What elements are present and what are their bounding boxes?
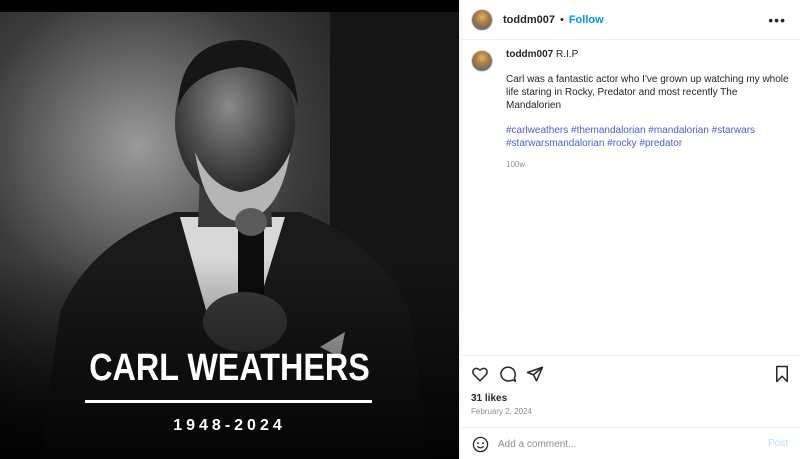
hashtags-line-2[interactable]: #starwarsmandalorian #rocky #predator bbox=[506, 138, 682, 149]
post-details-panel: toddm007 • Follow ••• toddm007 R.I.P Car… bbox=[459, 0, 800, 459]
caption-title: R.I.P bbox=[556, 49, 579, 60]
caption-hashtags: #carlweathers #themandalorian #mandalori… bbox=[506, 124, 789, 150]
comment-bar: Post bbox=[460, 427, 800, 459]
likes-count[interactable]: 31 likes bbox=[471, 393, 507, 404]
bookmark-icon[interactable] bbox=[773, 365, 791, 383]
comment-icon[interactable] bbox=[499, 365, 517, 383]
caption-avatar[interactable] bbox=[471, 50, 493, 72]
post-date: February 2, 2024 bbox=[471, 407, 532, 416]
heart-icon[interactable] bbox=[471, 365, 489, 383]
follow-button[interactable]: Follow bbox=[569, 14, 604, 26]
memorial-divider bbox=[85, 400, 372, 403]
emoji-icon[interactable] bbox=[472, 436, 489, 453]
post-caption: toddm007 R.I.P Carl was a fantastic acto… bbox=[471, 48, 789, 171]
hashtags-line-1[interactable]: #carlweathers #themandalorian #mandalori… bbox=[506, 125, 755, 136]
caption-username[interactable]: toddm007 bbox=[506, 49, 553, 60]
memorial-photo bbox=[0, 12, 459, 459]
portrait-illustration bbox=[0, 12, 459, 459]
more-options-icon[interactable]: ••• bbox=[768, 12, 786, 28]
caption-text: Carl was a fantastic actor who I've grow… bbox=[506, 74, 789, 111]
post-header: toddm007 • Follow ••• bbox=[460, 0, 800, 40]
header-username[interactable]: toddm007 bbox=[503, 14, 555, 26]
avatar[interactable] bbox=[471, 8, 493, 31]
post-actions bbox=[460, 355, 800, 391]
memorial-years-text: 1948-2024 bbox=[173, 417, 286, 434]
post-media[interactable]: CARL WEATHERS 1948-2024 bbox=[0, 0, 459, 459]
caption-timestamp[interactable]: 100w bbox=[506, 158, 789, 171]
memorial-name-text: CARL WEATHERS bbox=[89, 347, 370, 389]
comment-input[interactable] bbox=[498, 435, 748, 453]
separator-dot: • bbox=[559, 13, 564, 26]
post-comment-button[interactable]: Post bbox=[768, 438, 788, 449]
share-icon[interactable] bbox=[526, 365, 544, 383]
